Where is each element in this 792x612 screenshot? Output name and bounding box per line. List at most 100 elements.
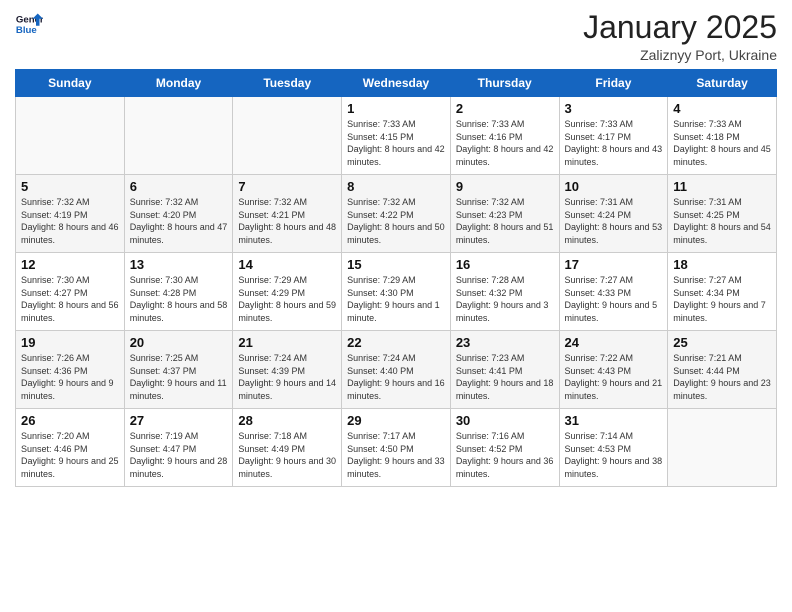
subtitle: Zaliznyy Port, Ukraine	[583, 47, 777, 63]
header-saturday: Saturday	[668, 70, 777, 97]
calendar-cell: 24Sunrise: 7:22 AM Sunset: 4:43 PM Dayli…	[559, 331, 668, 409]
day-info: Sunrise: 7:21 AM Sunset: 4:44 PM Dayligh…	[673, 352, 771, 402]
day-info: Sunrise: 7:27 AM Sunset: 4:33 PM Dayligh…	[565, 274, 663, 324]
calendar-week-1: 1Sunrise: 7:33 AM Sunset: 4:15 PM Daylig…	[16, 97, 777, 175]
calendar-cell: 1Sunrise: 7:33 AM Sunset: 4:15 PM Daylig…	[342, 97, 451, 175]
day-info: Sunrise: 7:29 AM Sunset: 4:29 PM Dayligh…	[238, 274, 336, 324]
calendar-cell: 21Sunrise: 7:24 AM Sunset: 4:39 PM Dayli…	[233, 331, 342, 409]
day-number: 4	[673, 101, 771, 116]
calendar-cell: 18 Sunrise: 7:27 AM Sunset: 4:34 PM Dayli…	[668, 253, 777, 331]
calendar-cell: 4 Sunrise: 7:33 AM Sunset: 4:18 PM Daylig…	[668, 97, 777, 175]
day-number: 25	[673, 335, 771, 350]
day-info: Sunrise: 7:24 AM Sunset: 4:39 PM Dayligh…	[238, 352, 336, 402]
header-row: General Blue January 2025 Zaliznyy Port,…	[15, 10, 777, 63]
day-info: Sunrise: 7:26 AM Sunset: 4:36 PM Dayligh…	[21, 352, 119, 402]
calendar-cell	[233, 97, 342, 175]
day-info: Sunrise: 7:32 AM Sunset: 4:22 PM Dayligh…	[347, 196, 445, 246]
day-info: Sunrise: 7:32 AM Sunset: 4:21 PM Dayligh…	[238, 196, 336, 246]
day-number: 17	[565, 257, 663, 272]
day-number: 3	[565, 101, 663, 116]
header-sunday: Sunday	[16, 70, 125, 97]
day-info: Sunrise: 7:33 AM Sunset: 4:15 PM Dayligh…	[347, 118, 445, 168]
logo-icon: General Blue	[15, 10, 43, 38]
calendar-cell	[16, 97, 125, 175]
day-info: Sunrise: 7:32 AM Sunset: 4:20 PM Dayligh…	[130, 196, 228, 246]
day-number: 12	[21, 257, 119, 272]
day-info: Sunrise: 7:31 AM Sunset: 4:25 PM Dayligh…	[673, 196, 771, 246]
day-number: 22	[347, 335, 445, 350]
day-number: 26	[21, 413, 119, 428]
calendar-cell: 17 Sunrise: 7:27 AM Sunset: 4:33 PM Dayli…	[559, 253, 668, 331]
calendar-cell: 26 Sunrise: 7:20 AM Sunset: 4:46 PM Dayli…	[16, 409, 125, 487]
day-info: Sunrise: 7:24 AM Sunset: 4:40 PM Dayligh…	[347, 352, 445, 402]
day-info: Sunrise: 7:20 AM Sunset: 4:46 PM Dayligh…	[21, 430, 119, 480]
day-number: 19	[21, 335, 119, 350]
calendar-cell: 7 Sunrise: 7:32 AM Sunset: 4:21 PM Daylig…	[233, 175, 342, 253]
calendar-cell: 30Sunrise: 7:16 AM Sunset: 4:52 PM Dayli…	[450, 409, 559, 487]
calendar-cell: 3Sunrise: 7:33 AM Sunset: 4:17 PM Daylig…	[559, 97, 668, 175]
calendar-cell: 12 Sunrise: 7:30 AM Sunset: 4:27 PM Dayli…	[16, 253, 125, 331]
calendar-cell	[668, 409, 777, 487]
day-number: 13	[130, 257, 228, 272]
day-number: 28	[238, 413, 336, 428]
day-number: 10	[565, 179, 663, 194]
day-info: Sunrise: 7:25 AM Sunset: 4:37 PM Dayligh…	[130, 352, 228, 402]
day-number: 7	[238, 179, 336, 194]
day-info: Sunrise: 7:16 AM Sunset: 4:52 PM Dayligh…	[456, 430, 554, 480]
day-info: Sunrise: 7:23 AM Sunset: 4:41 PM Dayligh…	[456, 352, 554, 402]
day-number: 23	[456, 335, 554, 350]
day-number: 27	[130, 413, 228, 428]
header-thursday: Thursday	[450, 70, 559, 97]
month-title: January 2025	[583, 10, 777, 45]
day-info: Sunrise: 7:18 AM Sunset: 4:49 PM Dayligh…	[238, 430, 336, 480]
calendar-cell: 10Sunrise: 7:31 AM Sunset: 4:24 PM Dayli…	[559, 175, 668, 253]
logo: General Blue	[15, 10, 43, 38]
calendar-cell: 2Sunrise: 7:33 AM Sunset: 4:16 PM Daylig…	[450, 97, 559, 175]
calendar-cell: 25 Sunrise: 7:21 AM Sunset: 4:44 PM Dayli…	[668, 331, 777, 409]
calendar-cell: 20 Sunrise: 7:25 AM Sunset: 4:37 PM Dayli…	[124, 331, 233, 409]
day-info: Sunrise: 7:22 AM Sunset: 4:43 PM Dayligh…	[565, 352, 663, 402]
svg-text:Blue: Blue	[16, 25, 37, 36]
calendar-table: Sunday Monday Tuesday Wednesday Thursday…	[15, 69, 777, 487]
calendar-cell: 22 Sunrise: 7:24 AM Sunset: 4:40 PM Dayli…	[342, 331, 451, 409]
day-info: Sunrise: 7:30 AM Sunset: 4:27 PM Dayligh…	[21, 274, 119, 324]
calendar-cell: 19 Sunrise: 7:26 AM Sunset: 4:36 PM Dayli…	[16, 331, 125, 409]
day-number: 9	[456, 179, 554, 194]
title-block: January 2025 Zaliznyy Port, Ukraine	[583, 10, 777, 63]
day-info: Sunrise: 7:30 AM Sunset: 4:28 PM Dayligh…	[130, 274, 228, 324]
day-info: Sunrise: 7:27 AM Sunset: 4:34 PM Dayligh…	[673, 274, 771, 324]
calendar-cell: 15 Sunrise: 7:29 AM Sunset: 4:30 PM Dayli…	[342, 253, 451, 331]
day-info: Sunrise: 7:32 AM Sunset: 4:23 PM Dayligh…	[456, 196, 554, 246]
calendar-cell: 5Sunrise: 7:32 AM Sunset: 4:19 PM Daylig…	[16, 175, 125, 253]
day-number: 15	[347, 257, 445, 272]
day-number: 18	[673, 257, 771, 272]
calendar-cell: 31 Sunrise: 7:14 AM Sunset: 4:53 PM Dayli…	[559, 409, 668, 487]
day-number: 6	[130, 179, 228, 194]
calendar-cell: 14Sunrise: 7:29 AM Sunset: 4:29 PM Dayli…	[233, 253, 342, 331]
calendar-week-4: 19 Sunrise: 7:26 AM Sunset: 4:36 PM Dayli…	[16, 331, 777, 409]
day-number: 8	[347, 179, 445, 194]
day-number: 20	[130, 335, 228, 350]
calendar-cell: 13 Sunrise: 7:30 AM Sunset: 4:28 PM Dayli…	[124, 253, 233, 331]
calendar-cell: 29Sunrise: 7:17 AM Sunset: 4:50 PM Dayli…	[342, 409, 451, 487]
calendar-cell: 8 Sunrise: 7:32 AM Sunset: 4:22 PM Daylig…	[342, 175, 451, 253]
calendar-week-3: 12 Sunrise: 7:30 AM Sunset: 4:27 PM Dayli…	[16, 253, 777, 331]
header-row-days: Sunday Monday Tuesday Wednesday Thursday…	[16, 70, 777, 97]
calendar-cell: 9 Sunrise: 7:32 AM Sunset: 4:23 PM Daylig…	[450, 175, 559, 253]
calendar-cell: 23 Sunrise: 7:23 AM Sunset: 4:41 PM Dayli…	[450, 331, 559, 409]
calendar-header: Sunday Monday Tuesday Wednesday Thursday…	[16, 70, 777, 97]
header-monday: Monday	[124, 70, 233, 97]
day-info: Sunrise: 7:33 AM Sunset: 4:16 PM Dayligh…	[456, 118, 554, 168]
day-info: Sunrise: 7:29 AM Sunset: 4:30 PM Dayligh…	[347, 274, 445, 324]
day-info: Sunrise: 7:14 AM Sunset: 4:53 PM Dayligh…	[565, 430, 663, 480]
calendar-cell: 11Sunrise: 7:31 AM Sunset: 4:25 PM Dayli…	[668, 175, 777, 253]
day-info: Sunrise: 7:33 AM Sunset: 4:18 PM Dayligh…	[673, 118, 771, 168]
day-number: 29	[347, 413, 445, 428]
day-info: Sunrise: 7:32 AM Sunset: 4:19 PM Dayligh…	[21, 196, 119, 246]
day-number: 31	[565, 413, 663, 428]
day-info: Sunrise: 7:28 AM Sunset: 4:32 PM Dayligh…	[456, 274, 554, 324]
calendar-cell: 27Sunrise: 7:19 AM Sunset: 4:47 PM Dayli…	[124, 409, 233, 487]
calendar-cell	[124, 97, 233, 175]
calendar-cell: 28 Sunrise: 7:18 AM Sunset: 4:49 PM Dayli…	[233, 409, 342, 487]
calendar-week-2: 5Sunrise: 7:32 AM Sunset: 4:19 PM Daylig…	[16, 175, 777, 253]
